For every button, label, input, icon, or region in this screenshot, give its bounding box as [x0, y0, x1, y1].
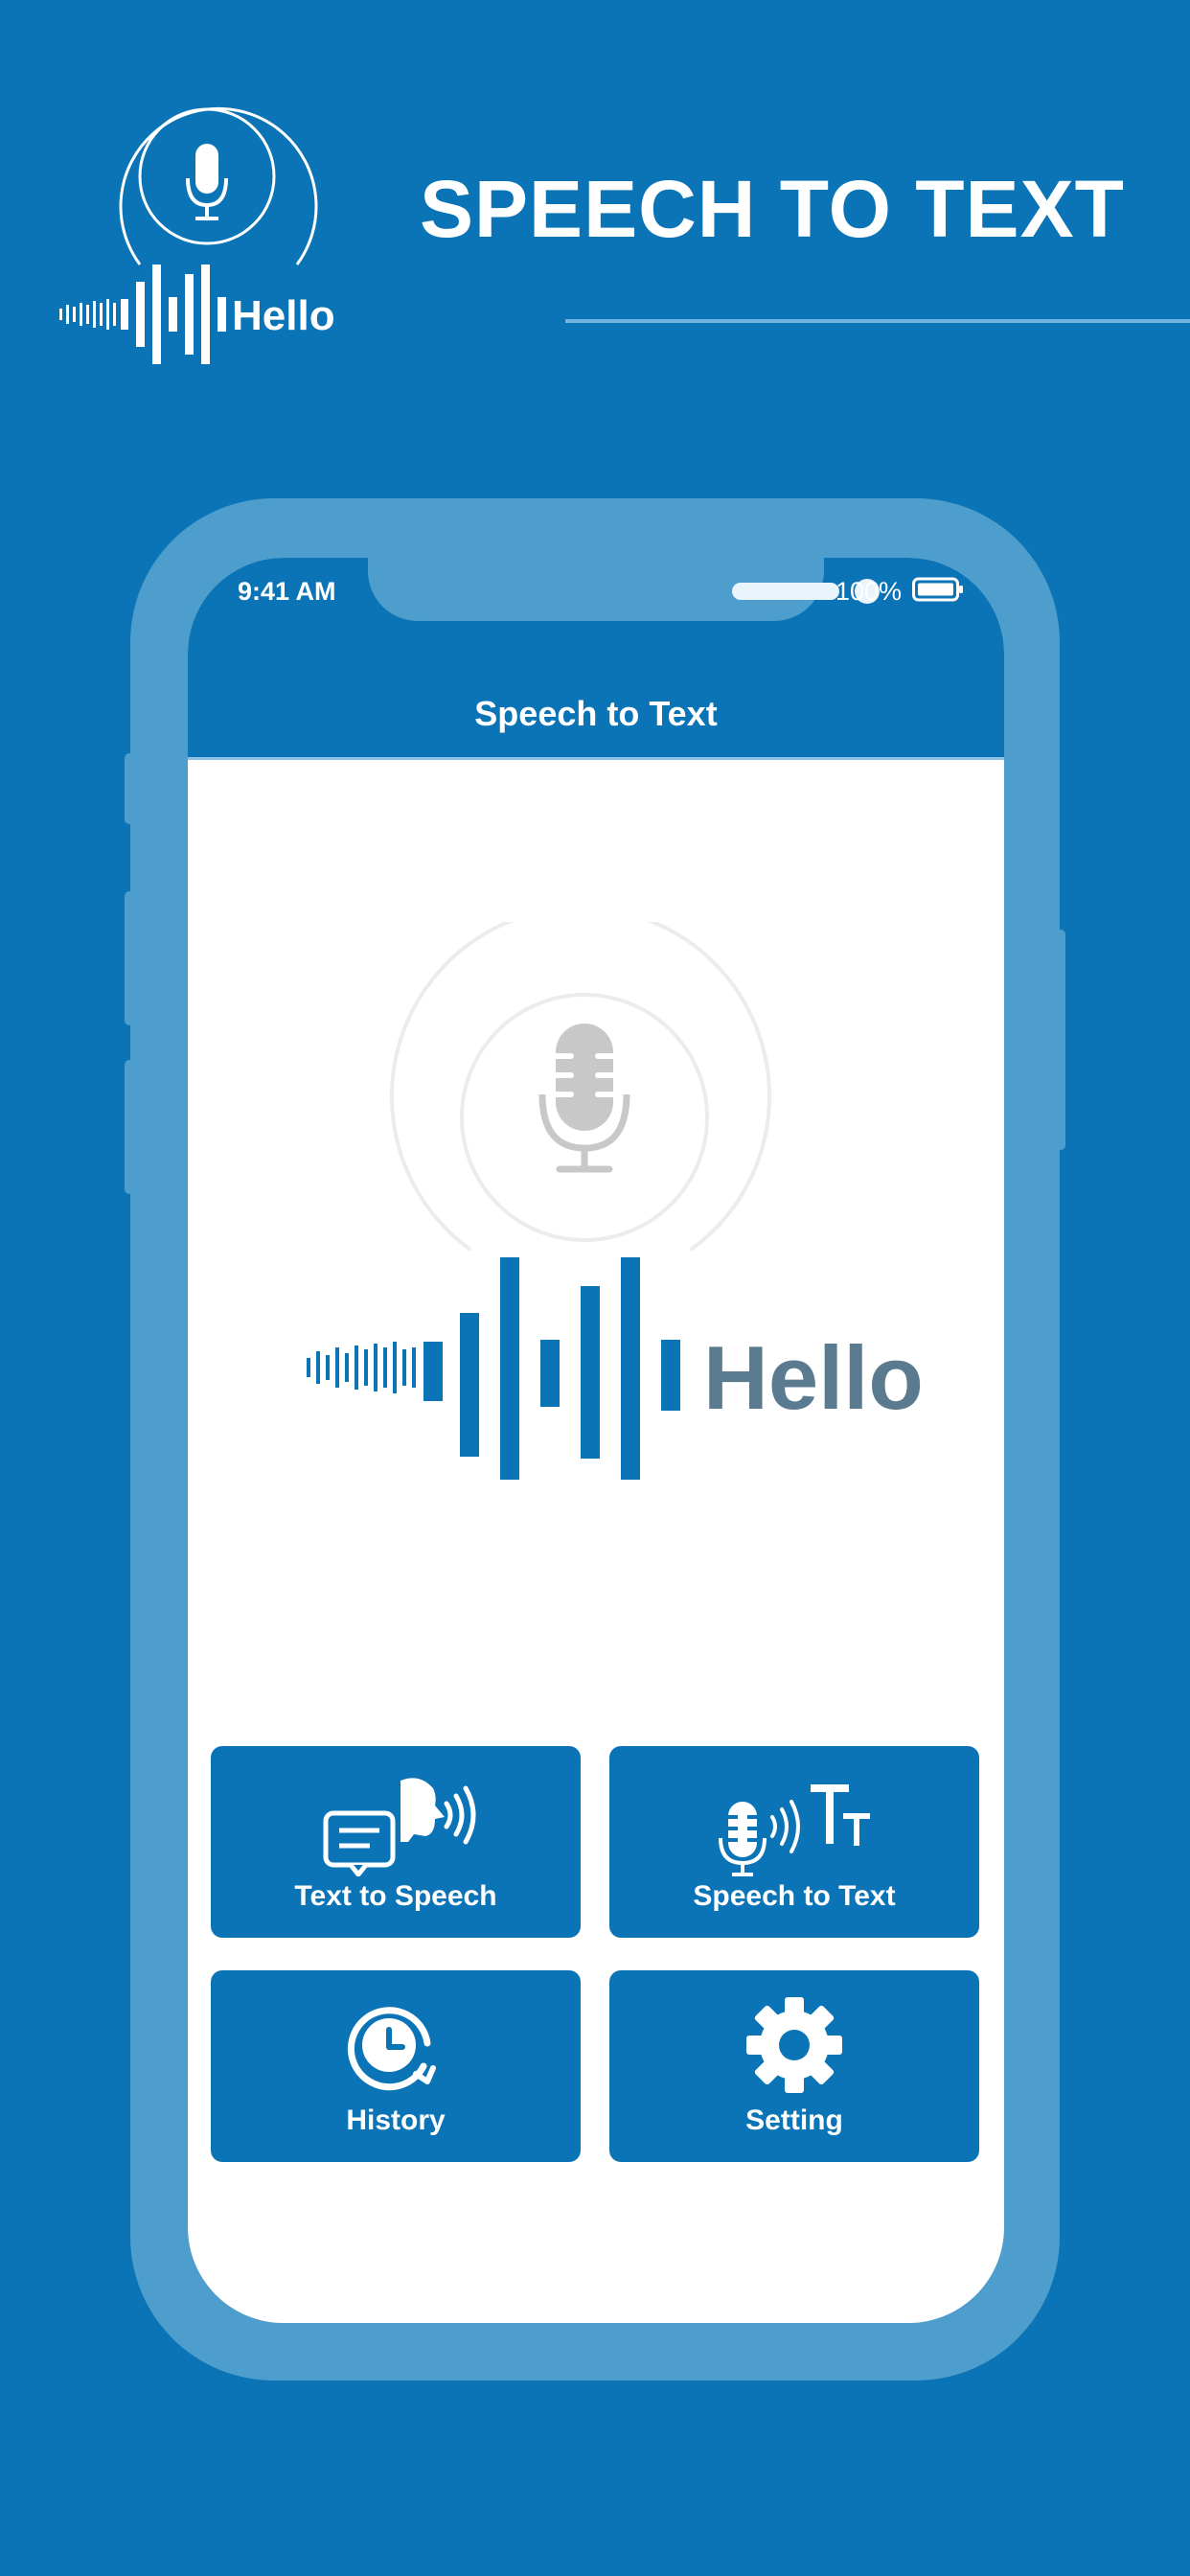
gear-icon	[746, 1997, 842, 2093]
app-title: Speech to Text	[474, 694, 718, 733]
speech-to-text-button[interactable]: Speech to Text	[609, 1746, 979, 1938]
hero-word: Hello	[703, 1327, 924, 1428]
text-to-speech-button[interactable]: Text to Speech	[211, 1746, 581, 1938]
promo-divider	[565, 319, 1190, 323]
sound-wave	[307, 1257, 680, 1480]
microphone-icon	[538, 1024, 630, 1173]
promo-logo: Hello	[59, 106, 335, 364]
status-time: 9:41 AM	[238, 577, 336, 606]
tile-label: History	[346, 2104, 446, 2136]
history-button[interactable]: History	[211, 1970, 581, 2162]
battery-percentage: 100%	[835, 577, 903, 606]
hero-illustration: Hello	[307, 922, 924, 1480]
phone-screen: 9:41 AM 100% Speech to Text Hello Text t…	[188, 558, 1004, 2323]
phone-side-button	[125, 891, 134, 1025]
tile-label: Text to Speech	[294, 1880, 497, 1912]
phone-side-button	[125, 1060, 134, 1194]
tile-label: Setting	[745, 2104, 843, 2136]
setting-button[interactable]: Setting	[609, 1970, 979, 2162]
battery-icon	[912, 577, 963, 602]
text-to-speech-icon	[323, 1778, 476, 1876]
phone-notch	[368, 558, 880, 621]
history-icon	[347, 2007, 436, 2091]
phone-side-button	[1056, 930, 1065, 1150]
tile-label: Speech to Text	[693, 1880, 896, 1912]
promo-headline: SPEECH TO TEXT	[420, 164, 1125, 254]
speaker-grille	[732, 583, 839, 600]
speech-to-text-icon	[719, 1784, 870, 1876]
header-divider	[188, 757, 1004, 760]
phone-side-button	[125, 753, 134, 824]
svg-text:Hello: Hello	[232, 292, 335, 339]
app-header: 9:41 AM 100% Speech to Text	[188, 558, 1004, 759]
